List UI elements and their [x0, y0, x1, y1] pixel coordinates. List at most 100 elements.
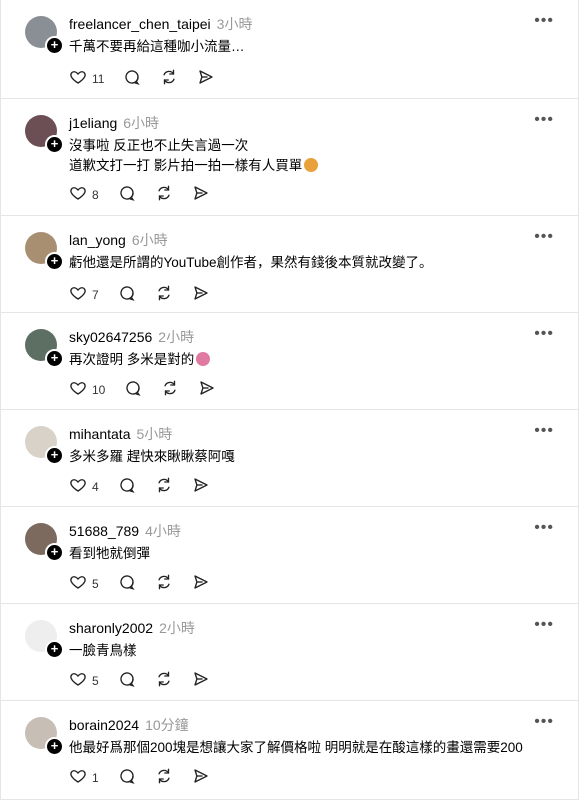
comment-icon — [118, 284, 136, 305]
action-bar: 4 — [69, 476, 229, 497]
reply-text-line: 沒事啦 反正也不止失言過一次 — [69, 138, 249, 153]
repost-button[interactable] — [155, 767, 173, 788]
repost-button[interactable] — [161, 379, 179, 400]
username-link[interactable]: sharonly2002 — [69, 620, 153, 636]
username-link[interactable]: sky02647256 — [69, 329, 152, 345]
repost-button[interactable] — [155, 184, 173, 205]
emoji-icon — [196, 352, 211, 366]
reply-text-line: 一臉青鳥樣 — [69, 643, 137, 658]
repost-button[interactable] — [155, 670, 173, 691]
avatar[interactable]: + — [25, 620, 64, 659]
comment-button[interactable] — [118, 476, 136, 497]
action-bar: 7 — [69, 284, 229, 305]
timestamp: 3小時 — [216, 16, 253, 32]
repost-icon — [155, 284, 173, 305]
heart-icon — [69, 68, 87, 89]
like-button[interactable]: 8 — [69, 184, 99, 205]
avatar[interactable]: + — [25, 426, 64, 465]
repost-button[interactable] — [155, 573, 173, 594]
more-icon[interactable]: ••• — [534, 520, 554, 536]
reply-text-line: 再次證明 多米是對的 — [69, 350, 211, 370]
more-icon[interactable]: ••• — [534, 13, 554, 29]
avatar[interactable]: + — [25, 717, 64, 756]
timestamp: 2小時 — [158, 329, 195, 345]
comment-icon — [118, 573, 136, 594]
more-icon[interactable]: ••• — [534, 423, 554, 439]
like-button[interactable]: 10 — [69, 379, 105, 400]
repost-button[interactable] — [160, 68, 178, 89]
plus-icon[interactable]: + — [45, 543, 64, 562]
repost-button[interactable] — [155, 284, 173, 305]
comment-button[interactable] — [118, 670, 136, 691]
reply-post: +51688_789 4小時 ••• 看到牠就倒彈 5 — [1, 507, 578, 604]
heart-icon — [69, 670, 87, 691]
more-icon[interactable]: ••• — [534, 617, 554, 633]
repost-icon — [155, 573, 173, 594]
plus-icon[interactable]: + — [45, 135, 64, 154]
share-button[interactable] — [192, 284, 210, 305]
username-link[interactable]: 51688_789 — [69, 523, 139, 539]
like-count: 5 — [92, 576, 99, 591]
reply-post: + borain2024 10分鐘 ••• 他最好爲那個200塊是想讓大家了解價格啦 明… — [1, 701, 578, 800]
reply-text: 虧他還是所謂的YouTube創作者，果然有錢後本質就改變了。 — [69, 253, 433, 273]
share-button[interactable] — [197, 68, 215, 89]
reply-post: + lan_yong 6小時 ••• 虧他還是所謂的YouTube創作者，果然有錢後本質… — [1, 216, 578, 313]
like-button[interactable]: 11 — [69, 68, 104, 89]
timestamp: 10分鐘 — [145, 717, 189, 733]
share-button[interactable] — [192, 670, 210, 691]
avatar[interactable]: + — [25, 329, 64, 368]
heart-icon — [69, 476, 87, 497]
like-button[interactable]: 1 — [69, 767, 99, 788]
share-button[interactable] — [192, 476, 210, 497]
avatar[interactable]: + — [25, 16, 64, 55]
username-link[interactable]: j1eliang — [69, 115, 117, 131]
username-link[interactable]: freelancer_chen_taipei — [69, 16, 211, 32]
timestamp: 4小時 — [145, 523, 181, 539]
plus-icon[interactable]: + — [45, 252, 64, 271]
share-button[interactable] — [192, 573, 210, 594]
comment-button[interactable] — [118, 184, 136, 205]
comment-button[interactable] — [118, 573, 136, 594]
reply-text: 沒事啦 反正也不止失言過一次 道歉文打一打 影片拍一拍一樣有人買單 — [69, 136, 319, 176]
comment-button[interactable] — [123, 68, 141, 89]
comment-button[interactable] — [118, 767, 136, 788]
plus-icon[interactable]: + — [45, 446, 64, 465]
username-link[interactable]: mihantata — [69, 426, 130, 442]
like-count: 1 — [92, 770, 99, 785]
plus-icon[interactable]: + — [45, 349, 64, 368]
repost-icon — [161, 379, 179, 400]
share-button[interactable] — [192, 184, 210, 205]
post-header: 51688_789 4小時 — [69, 521, 181, 541]
avatar[interactable]: + — [25, 115, 64, 154]
repost-button[interactable] — [155, 476, 173, 497]
like-button[interactable]: 5 — [69, 670, 99, 691]
share-icon — [192, 767, 210, 788]
reply-post: + sharonly2002 2小時 ••• 一臉青鳥樣 5 — [1, 604, 578, 701]
username-link[interactable]: lan_yong — [69, 232, 126, 248]
more-icon[interactable]: ••• — [534, 326, 554, 342]
comment-icon — [123, 68, 141, 89]
more-icon[interactable]: ••• — [534, 112, 554, 128]
emoji-icon — [304, 158, 319, 172]
more-icon[interactable]: ••• — [534, 714, 554, 730]
avatar[interactable]: + — [25, 523, 64, 562]
timestamp: 6小時 — [131, 232, 168, 248]
share-icon — [192, 476, 210, 497]
username-link[interactable]: borain2024 — [69, 717, 139, 733]
comment-button[interactable] — [118, 284, 136, 305]
share-button[interactable] — [198, 379, 216, 400]
avatar[interactable]: + — [25, 232, 64, 271]
like-button[interactable]: 7 — [69, 284, 99, 305]
share-button[interactable] — [192, 767, 210, 788]
plus-icon[interactable]: + — [45, 737, 64, 756]
reply-post: + j1eliang 6小時 ••• 沒事啦 反正也不止失言過一次 道歉文打一打 影片拍一… — [1, 99, 578, 216]
plus-icon[interactable]: + — [45, 36, 64, 55]
reply-text: 千萬不要再給這種咖小流量… — [69, 37, 245, 57]
plus-icon[interactable]: + — [45, 640, 64, 659]
like-count: 10 — [92, 382, 106, 397]
like-button[interactable]: 5 — [69, 573, 99, 594]
comment-button[interactable] — [124, 379, 142, 400]
heart-icon — [69, 379, 87, 400]
like-button[interactable]: 4 — [69, 476, 99, 497]
more-icon[interactable]: ••• — [534, 229, 554, 245]
